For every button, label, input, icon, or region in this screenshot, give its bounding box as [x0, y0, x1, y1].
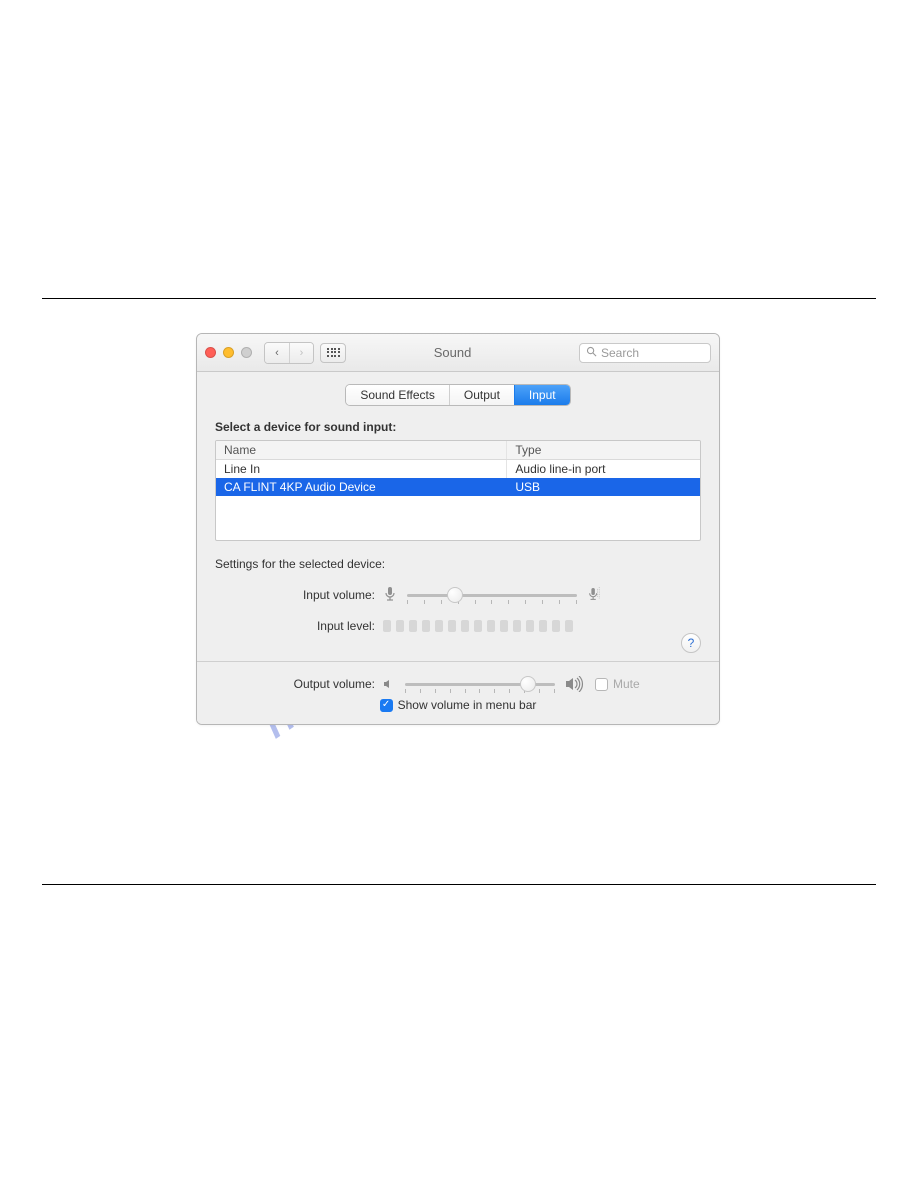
- input-level-meter: [383, 620, 573, 632]
- tab-row: Sound Effects Output Input: [197, 384, 719, 406]
- content-area: Sound Effects Output Input Select a devi…: [197, 372, 719, 724]
- output-volume-label: Output volume:: [215, 677, 383, 691]
- settings-heading: Settings for the selected device:: [215, 557, 701, 571]
- chevron-right-icon: ›: [300, 347, 304, 359]
- mute-label: Mute: [613, 677, 640, 691]
- search-placeholder: Search: [601, 346, 639, 360]
- input-volume-slider[interactable]: [407, 594, 577, 597]
- show-volume-checkbox[interactable]: ✓: [380, 699, 393, 712]
- input-level-label: Input level:: [215, 619, 383, 633]
- table-empty-area: [216, 496, 700, 540]
- show-volume-menubar-row[interactable]: ✓ Show volume in menu bar: [215, 698, 701, 712]
- chevron-left-icon: ‹: [275, 347, 279, 359]
- microphone-low-icon: [383, 585, 397, 605]
- nav-buttons: ‹ ›: [264, 342, 314, 364]
- col-header-type[interactable]: Type: [506, 441, 700, 459]
- table-row[interactable]: CA FLINT 4KP Audio Device USB: [216, 478, 700, 496]
- input-device-heading: Select a device for sound input:: [197, 420, 719, 440]
- mute-checkbox[interactable]: [595, 678, 608, 691]
- page-divider-bottom: [42, 884, 876, 885]
- device-type: USB: [506, 478, 700, 496]
- window-toolbar: ‹ › Sound Search: [197, 334, 719, 372]
- col-header-name[interactable]: Name: [216, 441, 506, 459]
- tabs: Sound Effects Output Input: [345, 384, 570, 406]
- input-level-row: Input level:: [215, 619, 701, 633]
- search-input[interactable]: Search: [579, 343, 711, 363]
- tab-sound-effects[interactable]: Sound Effects: [346, 385, 449, 405]
- speaker-high-icon: [565, 676, 585, 692]
- input-volume-row: Input volume:: [215, 585, 701, 605]
- output-volume-section: Output volume: Mute ✓: [197, 662, 719, 724]
- back-button[interactable]: ‹: [265, 343, 289, 363]
- table-header: Name Type: [216, 441, 700, 460]
- speaker-low-icon: [383, 678, 395, 690]
- sound-preferences-window: ‹ › Sound Search Sound Effects Ou: [196, 333, 720, 725]
- minimize-button[interactable]: [223, 347, 234, 358]
- traffic-lights: [205, 347, 252, 358]
- mute-checkbox-row[interactable]: Mute: [595, 677, 640, 691]
- forward-button[interactable]: ›: [289, 343, 313, 363]
- device-name: Line In: [216, 460, 506, 478]
- device-name: CA FLINT 4KP Audio Device: [216, 478, 506, 496]
- device-type: Audio line-in port: [506, 460, 700, 478]
- show-volume-label: Show volume in menu bar: [398, 698, 537, 712]
- page-divider-top: [42, 298, 876, 299]
- question-icon: ?: [688, 636, 695, 650]
- output-volume-row: Output volume: Mute: [215, 676, 701, 692]
- output-volume-slider[interactable]: [405, 683, 555, 686]
- close-button[interactable]: [205, 347, 216, 358]
- tab-output[interactable]: Output: [449, 385, 514, 405]
- tab-input[interactable]: Input: [514, 385, 570, 405]
- input-volume-label: Input volume:: [215, 588, 383, 602]
- table-row[interactable]: Line In Audio line-in port: [216, 460, 700, 478]
- search-icon: [586, 346, 597, 360]
- device-settings: Settings for the selected device: Input …: [197, 557, 719, 661]
- help-button[interactable]: ?: [681, 633, 701, 653]
- input-device-table: Name Type Line In Audio line-in port CA …: [215, 440, 701, 541]
- zoom-button[interactable]: [241, 347, 252, 358]
- window-title: Sound: [332, 345, 573, 360]
- microphone-high-icon: [587, 585, 601, 605]
